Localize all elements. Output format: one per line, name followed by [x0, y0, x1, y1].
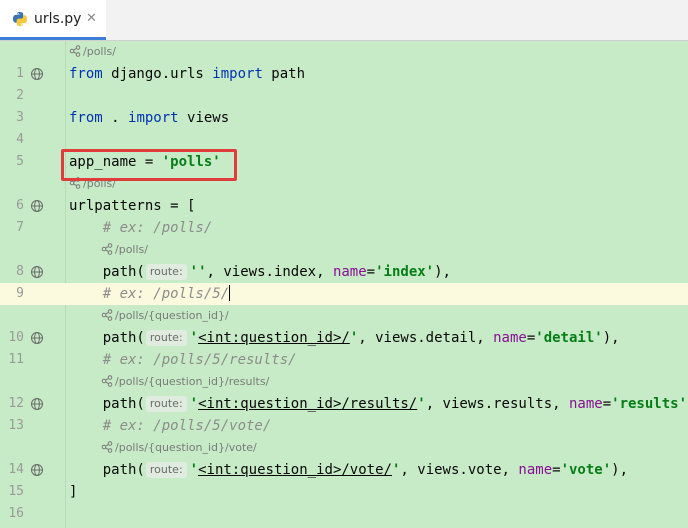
globe-icon[interactable]: [30, 199, 44, 213]
code-line-2: 2: [16, 88, 24, 103]
endpoint-lens[interactable]: /polls/{question_id}/vote/: [101, 437, 257, 459]
endpoint-lens[interactable]: /polls/{question_id}/results/: [101, 371, 269, 393]
endpoint-lens[interactable]: /polls/: [69, 41, 116, 63]
code-line-11: 11 # ex: /polls/5/results/: [8, 352, 297, 368]
share-icon: [101, 309, 113, 321]
code-line-3: 3 from . import views: [16, 110, 230, 126]
annotation-highlight-box: [61, 149, 237, 181]
code-line-4: 4: [16, 132, 24, 147]
code-line-10: 10 path(route: '<int:question_id>/', view…: [8, 330, 620, 346]
code-line-7: 7 # ex: /polls/: [16, 220, 213, 236]
code-line-14: 14 path(route: '<int:question_id>/vote/',…: [8, 462, 629, 478]
globe-icon[interactable]: [30, 397, 44, 411]
parameter-hint: route:: [145, 462, 187, 478]
code-line-13: 13 # ex: /polls/5/vote/: [8, 418, 272, 434]
code-line-1: 1 from django.urls import path: [16, 66, 306, 82]
share-icon: [101, 375, 113, 387]
code-line-6: 6 urlpatterns = [: [16, 198, 196, 214]
globe-icon[interactable]: [30, 331, 44, 345]
endpoint-lens[interactable]: /polls/{question_id}/: [101, 305, 229, 327]
code-line-16: 16: [8, 506, 24, 521]
editor-tab-bar: urls.py ✕: [0, 0, 688, 41]
globe-icon[interactable]: [30, 67, 44, 81]
code-line-15: 15 ]: [8, 484, 78, 500]
tab-urls-py[interactable]: urls.py ✕: [0, 0, 106, 40]
tab-label: urls.py: [34, 11, 82, 27]
code-line-8: 8 path(route: '', views.index, name='inde…: [16, 264, 451, 280]
share-icon: [101, 441, 113, 453]
code-line-9-current: 9 # ex: /polls/5/: [0, 283, 688, 305]
parameter-hint: route:: [145, 330, 187, 346]
parameter-hint: route:: [145, 264, 187, 280]
parameter-hint: route:: [145, 396, 187, 412]
code-line-12: 12 path(route: '<int:question_id>/results…: [8, 396, 688, 412]
globe-icon[interactable]: [30, 265, 44, 279]
close-icon[interactable]: ✕: [86, 11, 97, 26]
code-editor[interactable]: /polls/ 1 from django.urls import path 2…: [0, 41, 688, 528]
endpoint-lens[interactable]: /polls/: [101, 239, 148, 261]
globe-icon[interactable]: [30, 463, 44, 477]
share-icon: [101, 243, 113, 255]
share-icon: [69, 45, 81, 57]
text-caret: [229, 285, 231, 301]
python-icon: [12, 11, 28, 27]
